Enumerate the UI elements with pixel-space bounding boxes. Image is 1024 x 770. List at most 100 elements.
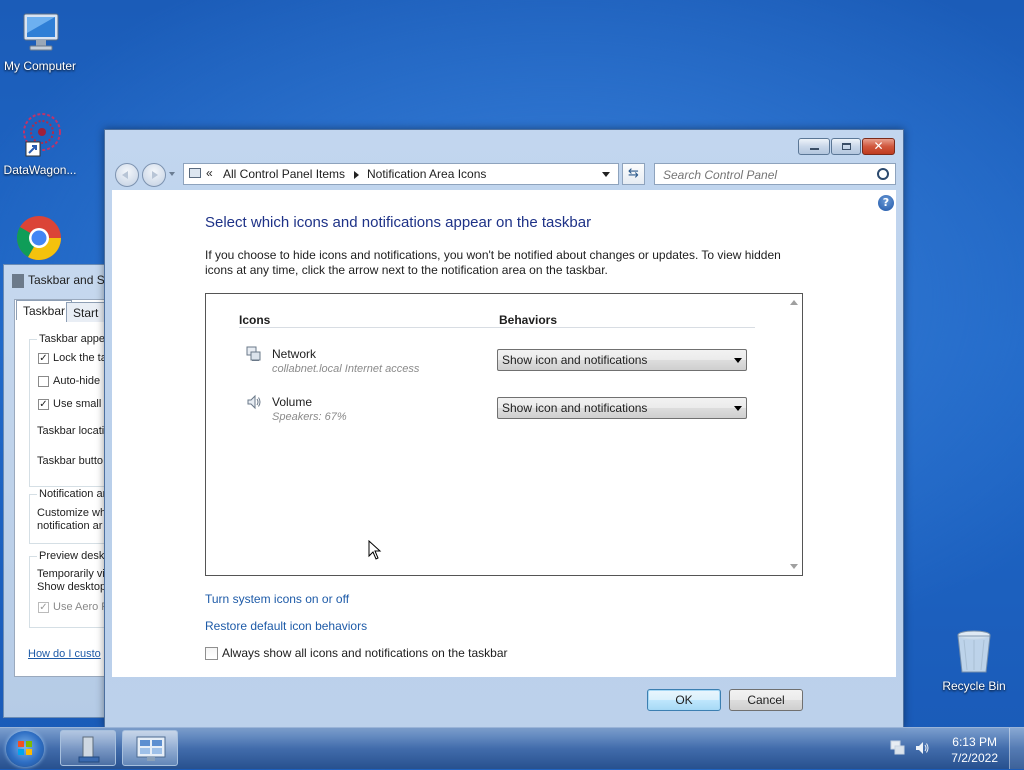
close-button[interactable]: ✕ [862,138,895,155]
taskbar-buttons-label: Taskbar butto [37,455,104,467]
help-icon: ? [882,196,890,209]
close-icon: ✕ [873,139,884,153]
select-value: Show icon and notifications [502,401,648,415]
autohide-checkbox[interactable] [38,376,49,387]
small-icons-checkbox[interactable]: ✓ [38,399,49,410]
turn-system-icons-link[interactable]: Turn system icons on or off [205,592,349,606]
desktop-icon-datawagon[interactable]: DataWagon... [0,112,80,177]
aero-peek-label: Use Aero P [53,601,109,613]
header-divider [239,327,755,328]
desktop-icon-recycle-bin[interactable]: Recycle Bin [934,628,1014,693]
help-button[interactable]: ? [878,195,894,211]
address-dropdown-icon[interactable] [602,172,610,177]
clock-time: 6:13 PM [952,735,997,749]
search-icon[interactable] [877,168,889,180]
taskbar-appearance-label: Taskbar appea [37,333,114,345]
content-pane: ? Select which icons and notifications a… [112,190,896,677]
show-desktop-button[interactable] [1009,728,1024,769]
search-input[interactable] [661,165,875,185]
chevron-down-icon [734,406,742,411]
scroll-down-icon[interactable] [790,564,798,569]
breadcrumb-separator-icon[interactable] [354,171,359,179]
recent-pages-dropdown[interactable] [169,172,175,176]
minimize-button[interactable] [798,138,830,155]
always-show-label[interactable]: Always show all icons and notifications … [222,646,508,660]
row-detail-network: collabnet.local Internet access [272,363,420,375]
tab-taskbar[interactable]: Taskbar [16,300,73,320]
datawagon-icon [16,112,64,160]
row-detail-volume: Speakers: 67% [272,411,347,423]
taskbar-button-taskbar-properties[interactable] [60,730,116,766]
speaker-icon [246,394,262,410]
temporarily-text: Temporarily vi [37,568,105,580]
select-value: Show icon and notifications [502,353,648,367]
taskbar-location-label: Taskbar locati [37,425,105,437]
network-behavior-select[interactable]: Show icon and notifications [497,349,747,371]
column-header-icons: Icons [239,313,271,327]
list-scrollbar[interactable] [785,294,802,575]
lock-taskbar-checkbox[interactable]: ✓ [38,353,49,364]
desktop-icon-label: DataWagon... [3,163,77,177]
start-button[interactable] [6,731,44,767]
refresh-button[interactable]: ⇆ [622,163,645,185]
row-name-network: Network [272,347,317,361]
always-show-checkbox[interactable] [205,647,218,660]
breadcrumb-notification-area-icons[interactable]: Notification Area Icons [367,167,486,181]
ok-button[interactable]: OK [647,689,721,711]
maximize-icon [842,143,851,150]
scroll-up-icon[interactable] [790,300,798,305]
taskbar-button-control-panel[interactable] [122,730,178,766]
volume-behavior-select[interactable]: Show icon and notifications [497,397,747,419]
forward-arrow-icon [152,171,158,179]
desktop-icon-label: Recycle Bin [942,679,1006,693]
breadcrumb-all-control-panel-items[interactable]: All Control Panel Items [223,167,345,181]
show-desktop-text: Show desktop [37,581,107,593]
tab-start-menu[interactable]: Start M [66,302,106,322]
preview-desktop-label: Preview deskt [37,550,110,562]
customize-text-2: notification ar [37,520,103,532]
desktop-icon-chrome[interactable] [0,214,79,265]
network-icon [246,346,262,362]
bg-window-title: Taskbar and S [12,273,105,288]
control-panel-icon [189,168,201,178]
breadcrumb-overflow-icon[interactable]: « [206,166,213,180]
desktop-icon-my-computer[interactable]: My Computer [0,8,80,73]
windows-logo-icon [18,741,32,755]
system-clock[interactable]: 6:13 PM 7/2/2022 [951,734,998,766]
row-name-volume: Volume [272,395,313,409]
icons-list[interactable]: Icons Behaviors Network collabnet.local … [205,293,803,576]
notification-area-label: Notification ar [37,488,109,500]
taskbar-icon [12,273,24,288]
autohide-label: Auto-hide [53,375,101,387]
cancel-button[interactable]: Cancel [729,689,803,711]
tray-network-icon[interactable] [890,740,906,759]
customize-text-1: Customize wh [37,507,107,519]
back-arrow-icon [122,171,128,179]
column-header-behaviors: Behaviors [499,313,558,327]
how-customize-link[interactable]: How do I custo [28,648,101,660]
chevron-down-icon [734,358,742,363]
search-box[interactable] [654,163,896,185]
notification-area-icons-window[interactable]: ✕ « All Control Panel Items Notification… [104,129,904,728]
maximize-button[interactable] [831,138,861,155]
tray-volume-icon[interactable] [914,740,930,759]
minimize-icon [810,148,819,150]
clock-date: 7/2/2022 [951,751,998,765]
page-description: If you choose to hide icons and notifica… [205,248,781,277]
recycle-bin-icon [950,628,998,676]
computer-icon [16,8,64,56]
forward-button[interactable] [142,163,166,187]
page-title: Select which icons and notifications app… [205,214,592,231]
control-panel-icon [136,736,166,761]
small-icons-label: Use small i [53,398,107,410]
back-button[interactable] [115,163,139,187]
lock-taskbar-label: Lock the ta [53,352,107,364]
address-bar[interactable]: « All Control Panel Items Notification A… [183,163,619,185]
mouse-cursor-icon [368,539,382,563]
refresh-icon: ⇆ [628,166,639,181]
desktop-icon-label: My Computer [3,59,77,73]
aero-peek-checkbox[interactable]: ✓ [38,602,49,613]
taskbar: 6:13 PM 7/2/2022 [0,727,1024,769]
taskbar-properties-icon [78,736,100,763]
restore-default-link[interactable]: Restore default icon behaviors [205,619,367,633]
